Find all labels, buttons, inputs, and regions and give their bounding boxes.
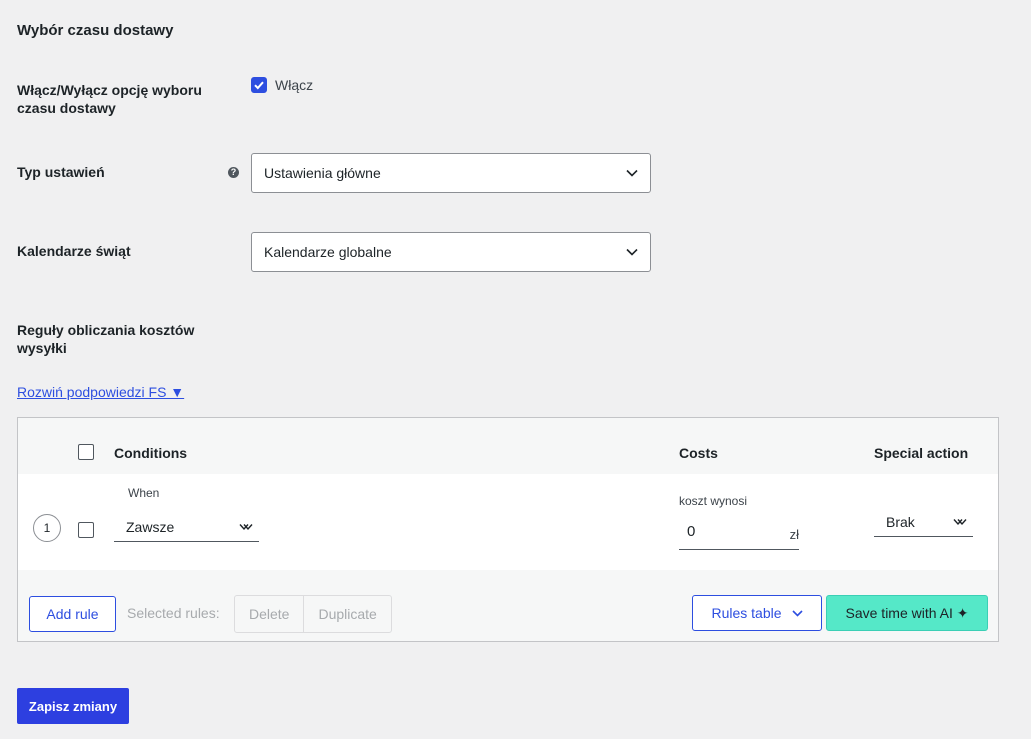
enable-checkbox-label: Włącz [275, 77, 314, 93]
cost-input[interactable]: 0 zł [679, 514, 799, 550]
chevron-down-icon [626, 169, 638, 177]
enable-checkbox-wrap[interactable]: Włącz [251, 77, 313, 93]
rules-table-button[interactable]: Rules table [692, 595, 822, 631]
chevron-down-icon [791, 609, 803, 617]
select-all-checkbox[interactable] [78, 444, 94, 460]
cost-unit: zł [789, 527, 799, 542]
checkmark-icon [254, 81, 264, 90]
expand-hints-link[interactable]: Rozwiń podpowiedzi FS ▼ [17, 384, 184, 400]
save-time-ai-label: Save time with AI ✦ [845, 604, 969, 621]
when-label: When [128, 486, 160, 500]
special-action-value: Brak [886, 513, 915, 530]
header-conditions: Conditions [114, 445, 188, 461]
condition-value: Zawsze [126, 518, 175, 535]
section-title: Wybór czasu dostawy [17, 22, 174, 39]
header-special-action: Special action [874, 445, 969, 461]
holiday-calendars-value: Kalendarze globalne [264, 244, 392, 260]
rules-table-header: Conditions Costs Special action [18, 418, 998, 475]
header-costs: Costs [679, 445, 718, 461]
settings-type-select[interactable]: Ustawienia główne [251, 153, 651, 193]
enable-checkbox[interactable] [251, 77, 267, 93]
rules-table-footer: Add rule Selected rules: Delete Duplicat… [18, 570, 998, 641]
condition-select[interactable]: Zawsze [114, 512, 259, 542]
settings-type-label: Typ ustawień [17, 164, 105, 180]
selected-rules-actions: Delete Duplicate [234, 595, 392, 633]
cost-label: koszt wynosi [679, 494, 748, 508]
cost-value: 0 [687, 523, 696, 540]
chevron-down-icon [953, 518, 967, 525]
row-checkbox[interactable] [78, 522, 94, 538]
delete-button[interactable]: Delete [235, 596, 303, 632]
rules-table: Conditions Costs Special action 1 When Z… [17, 417, 999, 642]
row-number[interactable]: 1 [33, 514, 61, 542]
selected-rules-label: Selected rules: [127, 605, 220, 621]
settings-type-value: Ustawienia główne [264, 165, 381, 181]
save-changes-button[interactable]: Zapisz zmiany [17, 688, 129, 724]
chevron-down-icon [626, 248, 638, 256]
enable-label: Włącz/Wyłącz opcję wyboru czasu dostawy [17, 82, 202, 116]
special-action-select[interactable]: Brak [874, 507, 973, 537]
rules-label: Reguły obliczania kosztów wysyłki [17, 322, 195, 356]
save-time-ai-button[interactable]: Save time with AI ✦ [826, 595, 988, 631]
holiday-calendars-label: Kalendarze świąt [17, 243, 131, 259]
help-icon[interactable]: ? [228, 167, 239, 178]
duplicate-button[interactable]: Duplicate [303, 596, 390, 632]
add-rule-button[interactable]: Add rule [29, 596, 116, 632]
table-row: 1 When Zawsze koszt wynosi 0 zł Brak [18, 474, 998, 571]
rules-table-label: Rules table [711, 605, 782, 621]
holiday-calendars-select[interactable]: Kalendarze globalne [251, 232, 651, 272]
chevron-down-icon [239, 523, 253, 530]
